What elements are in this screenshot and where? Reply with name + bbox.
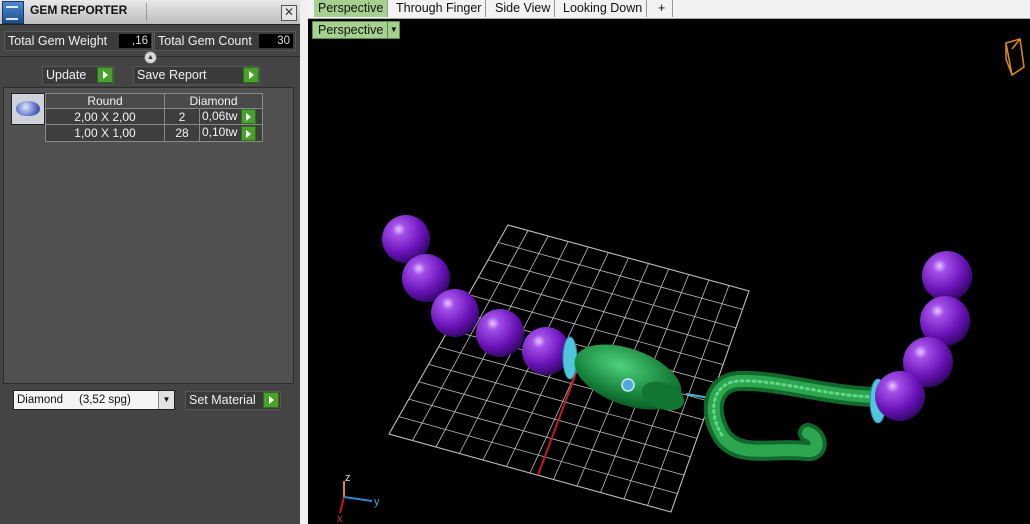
gem-weight-cell: 0,06tw — [199, 107, 263, 126]
table-row[interactable]: 1,00 X 1,00 28 0,10tw — [45, 124, 263, 142]
save-report-button-label: Save Report — [137, 68, 207, 82]
total-gem-weight-field: Total Gem Weight ,16 — [4, 31, 153, 51]
update-button-label: Update — [46, 68, 87, 82]
panel-titlebar: GEM REPORTER ✕ — [0, 0, 300, 25]
round-gem-icon[interactable] — [11, 93, 45, 125]
row-play-icon[interactable] — [240, 109, 256, 125]
gem-size-cell: 1,00 X 1,00 — [45, 124, 165, 142]
set-material-button-label: Set Material — [189, 393, 256, 407]
gem-table-header-row: Round Diamond — [45, 93, 263, 109]
panel-splitter[interactable] — [300, 0, 308, 524]
snake-head — [562, 336, 685, 411]
gem-reporter-app-icon — [2, 1, 24, 24]
bead — [522, 327, 570, 375]
total-gem-count-value[interactable]: 30 — [259, 34, 293, 48]
gem-count-cell: 2 — [164, 107, 200, 126]
bead-strand-right — [875, 251, 972, 421]
total-gem-count-field: Total Gem Count 30 — [154, 31, 296, 51]
update-button[interactable]: Update — [42, 66, 114, 85]
snake-tail — [703, 370, 890, 462]
total-gem-weight-value[interactable]: ,16 — [119, 34, 151, 48]
panel-title: GEM REPORTER — [30, 3, 128, 17]
snake-eye — [621, 378, 635, 392]
gem-reporter-panel: GEM REPORTER ✕ Total Gem Weight ,16 Tota… — [0, 0, 300, 524]
chevron-down-icon[interactable]: ▼ — [158, 391, 174, 409]
grid-line — [408, 398, 685, 476]
gem-list-area: Round Diamond 2,00 X 2,00 2 0,06tw 1,00 … — [3, 87, 294, 384]
axis-x-label: x — [337, 513, 343, 524]
collapse-chevron-icon[interactable]: ▲ — [144, 51, 157, 64]
titlebar-separator — [146, 3, 147, 21]
material-select-value: Diamond (3,52 spg) — [17, 394, 131, 406]
tab-side-view[interactable]: Side View — [491, 0, 556, 17]
gem-table-header-material: Diamond — [164, 93, 263, 109]
gem-weight-cell: 0,10tw — [199, 124, 263, 142]
bead — [476, 309, 524, 357]
gem-table: Round Diamond 2,00 X 2,00 2 0,06tw 1,00 … — [45, 93, 263, 142]
view-tab-bar: Perspective Through Finger Side View Loo… — [308, 0, 1030, 19]
3d-viewport[interactable]: Perspective ▼ z y x — [308, 19, 1030, 524]
total-gem-count-label: Total Gem Count — [158, 34, 252, 48]
row-play-icon[interactable] — [240, 125, 256, 141]
table-row[interactable]: 2,00 X 2,00 2 0,06tw — [45, 107, 263, 126]
axis-y-label: y — [374, 496, 380, 508]
grid-line — [398, 416, 678, 494]
gem-table-header-shape: Round — [45, 93, 165, 109]
set-material-button[interactable]: Set Material — [185, 391, 281, 410]
view-cube-icon[interactable] — [1005, 38, 1025, 77]
axis-gizmo: z y x — [337, 472, 380, 524]
save-report-play-icon[interactable] — [243, 67, 259, 83]
tab-looking-down[interactable]: Looking Down — [559, 0, 648, 17]
update-play-icon[interactable] — [97, 67, 113, 83]
save-report-button[interactable]: Save Report — [133, 66, 260, 85]
material-select[interactable]: Diamond (3,52 spg) ▼ — [13, 390, 175, 410]
close-icon[interactable]: ✕ — [281, 5, 297, 21]
add-tab-icon[interactable]: + — [651, 0, 674, 17]
total-gem-weight-label: Total Gem Weight — [8, 34, 108, 48]
set-material-play-icon[interactable] — [263, 392, 279, 408]
gem-stone-shape — [16, 101, 40, 116]
bead — [875, 371, 925, 421]
gem-weight-value: 0,10tw — [202, 125, 238, 140]
bead — [431, 289, 479, 337]
gem-weight-value: 0,06tw — [202, 109, 238, 123]
axis-z-label: z — [345, 472, 351, 484]
tab-perspective[interactable]: Perspective — [314, 0, 389, 17]
scene-canvas[interactable]: z y x — [308, 19, 1030, 524]
tab-through-finger[interactable]: Through Finger — [392, 0, 487, 17]
gem-band-left — [562, 336, 578, 380]
bead — [922, 251, 972, 301]
gem-count-cell: 28 — [164, 124, 200, 142]
gem-size-cell: 2,00 X 2,00 — [45, 107, 165, 126]
